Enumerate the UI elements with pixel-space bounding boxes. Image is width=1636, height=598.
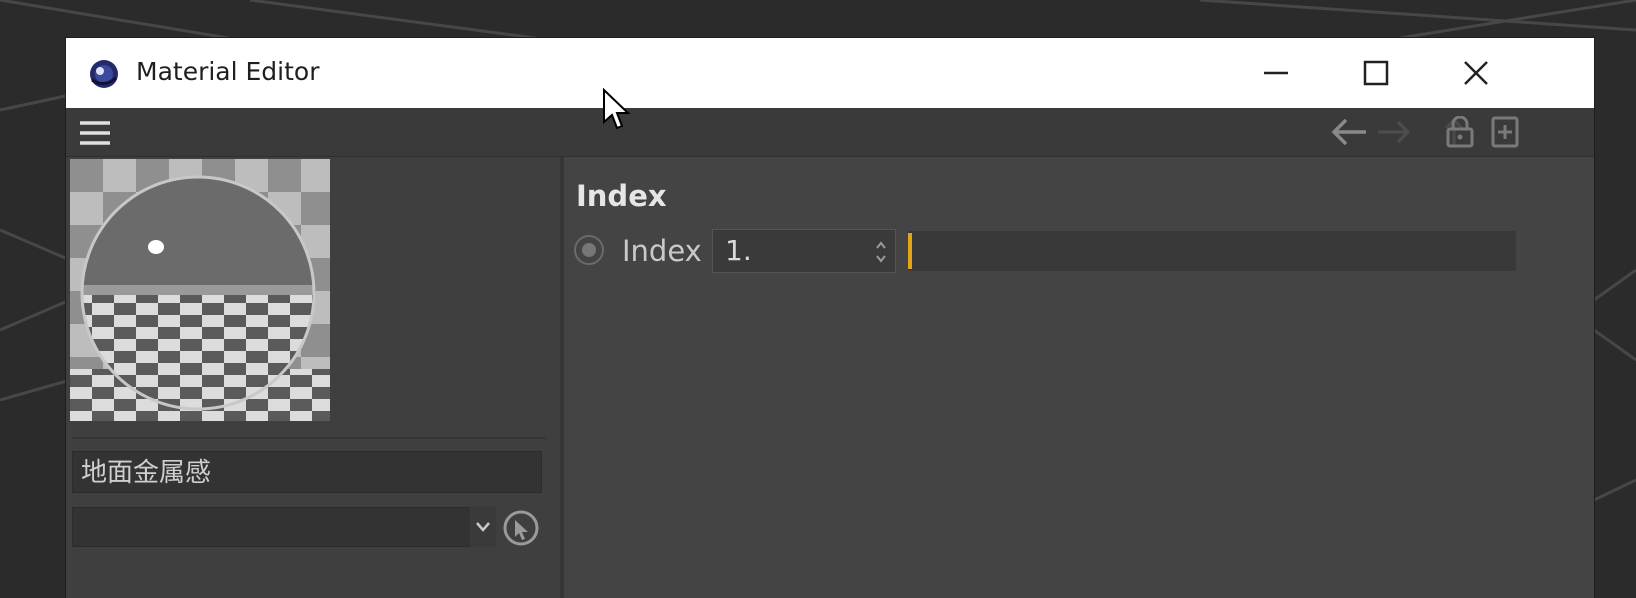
layer-dropdown[interactable] bbox=[72, 507, 494, 547]
pick-cursor-button[interactable] bbox=[502, 509, 540, 547]
new-panel-icon[interactable] bbox=[1490, 116, 1520, 148]
app-icon bbox=[90, 60, 118, 88]
index-animate-radio[interactable] bbox=[574, 235, 604, 265]
hamburger-menu-icon[interactable] bbox=[78, 118, 112, 148]
maximize-icon bbox=[1363, 60, 1389, 86]
slider-handle[interactable] bbox=[908, 233, 912, 269]
material-preview-image[interactable] bbox=[70, 159, 330, 421]
mouse-pointer-icon bbox=[603, 88, 631, 130]
chevron-down-icon bbox=[476, 522, 490, 532]
layer-dropdown-arrow[interactable] bbox=[470, 507, 496, 547]
title-bar[interactable]: Material Editor bbox=[66, 38, 1594, 108]
index-label: Index bbox=[622, 234, 702, 268]
maximize-button[interactable] bbox=[1328, 38, 1424, 108]
window-title: Material Editor bbox=[136, 57, 320, 86]
material-preview-panel: 地面金属感 bbox=[66, 157, 560, 598]
spinner-arrows-icon[interactable] bbox=[873, 238, 889, 266]
attributes-panel: Index Index 1. bbox=[564, 157, 1594, 598]
material-name-field[interactable]: 地面金属感 bbox=[72, 451, 542, 493]
index-value: 1. bbox=[725, 234, 752, 267]
arrow-right-icon[interactable] bbox=[1376, 116, 1412, 148]
toolbar bbox=[66, 108, 1594, 157]
pointer-icon bbox=[515, 520, 528, 540]
panel-separator bbox=[72, 437, 546, 439]
close-icon bbox=[1464, 61, 1488, 85]
material-editor-window: Material Editor 地面金属感 Index Index 1. bbox=[66, 38, 1594, 598]
minimize-button[interactable] bbox=[1228, 38, 1324, 108]
minimize-icon bbox=[1264, 71, 1288, 75]
index-slider[interactable] bbox=[908, 231, 1516, 271]
radio-dot bbox=[582, 243, 596, 257]
index-value-input[interactable]: 1. bbox=[712, 229, 896, 273]
lock-icon[interactable] bbox=[1444, 116, 1476, 148]
arrow-left-icon[interactable] bbox=[1330, 116, 1370, 148]
close-button[interactable] bbox=[1428, 38, 1524, 108]
section-title: Index bbox=[576, 179, 667, 213]
